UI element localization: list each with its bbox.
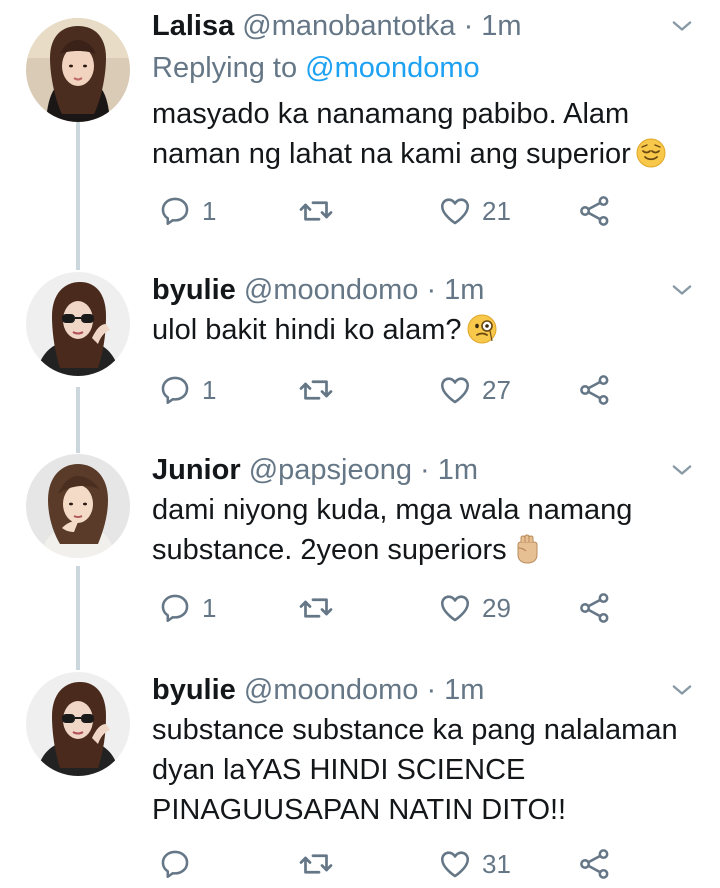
chevron-down-icon[interactable] — [668, 456, 696, 484]
handle[interactable]: @moondomo — [244, 274, 419, 306]
tweet-header: byulie @moondomo · 1m — [152, 670, 484, 710]
tweet-text: masyado ka nanamang pabibo. Alam naman n… — [152, 94, 692, 174]
tweet-actions: 1 27 — [0, 370, 720, 410]
like-icon — [438, 194, 472, 228]
like-icon — [438, 591, 472, 625]
retweet-button[interactable] — [298, 588, 344, 628]
reply-button[interactable] — [158, 844, 202, 884]
avatar[interactable] — [26, 272, 130, 376]
like-button[interactable]: 31 — [438, 844, 511, 884]
avatar[interactable] — [26, 454, 130, 558]
reply-icon — [158, 373, 192, 407]
like-icon — [438, 373, 472, 407]
tweet-text-content: ulol bakit hindi ko alam? — [152, 314, 462, 346]
tweet-text-content: substance substance ka pang nalalaman dy… — [152, 714, 678, 826]
tweet-actions: 1 29 — [0, 588, 720, 628]
display-name[interactable]: byulie — [152, 274, 236, 306]
tweet-header: Lalisa @manobantotka · 1m — [152, 6, 522, 46]
chevron-down-icon[interactable] — [668, 276, 696, 304]
share-button[interactable] — [578, 191, 612, 231]
reply-button[interactable]: 1 — [158, 191, 216, 231]
replying-prefix: Replying to — [152, 52, 306, 84]
chevron-down-icon[interactable] — [668, 676, 696, 704]
handle[interactable]: @papsjeong — [249, 454, 412, 486]
share-icon — [578, 847, 612, 881]
display-name[interactable]: Lalisa — [152, 10, 234, 42]
reply-button[interactable]: 1 — [158, 588, 216, 628]
retweet-button[interactable] — [298, 191, 344, 231]
reply-count: 1 — [202, 592, 217, 623]
share-button[interactable] — [578, 370, 612, 410]
reply-icon — [158, 591, 192, 625]
display-name[interactable]: byulie — [152, 674, 236, 706]
reply-button[interactable]: 1 — [158, 370, 216, 410]
like-count: 29 — [482, 592, 511, 623]
reply-icon — [158, 194, 192, 228]
timestamp[interactable]: · 1m — [426, 274, 484, 306]
replying-to: Replying to @moondomo — [152, 48, 480, 88]
tweet-text-content: masyado ka nanamang pabibo. Alam naman n… — [152, 98, 631, 170]
face-with-monocle-emoji-icon — [466, 313, 498, 345]
avatar[interactable] — [26, 18, 130, 122]
like-button[interactable]: 29 — [438, 588, 511, 628]
retweet-icon — [298, 846, 334, 882]
tweet-actions: 1 21 — [0, 191, 720, 231]
handle[interactable]: @moondomo — [244, 674, 419, 706]
share-icon — [578, 373, 612, 407]
tweet[interactable]: Lalisa @manobantotka · 1m Replying to @m… — [0, 0, 720, 250]
raised-fist-emoji-icon — [511, 533, 543, 565]
handle[interactable]: @manobantotka — [242, 10, 455, 42]
timestamp[interactable]: · 1m — [426, 674, 484, 706]
retweet-icon — [298, 590, 334, 626]
share-icon — [578, 591, 612, 625]
share-button[interactable] — [578, 844, 612, 884]
replying-handle-link[interactable]: @moondomo — [305, 52, 480, 84]
reply-count: 1 — [202, 195, 217, 226]
tweet-text: ulol bakit hindi ko alam? — [152, 310, 692, 350]
display-name[interactable]: Junior — [152, 454, 241, 486]
like-button[interactable]: 27 — [438, 370, 511, 410]
retweet-icon — [298, 193, 334, 229]
like-count: 21 — [482, 195, 511, 226]
avatar[interactable] — [26, 672, 130, 776]
reply-count: 1 — [202, 374, 217, 405]
tweet[interactable]: Junior @papsjeong · 1m dami niyong kuda,… — [0, 448, 720, 653]
retweet-button[interactable] — [298, 844, 344, 884]
like-count: 27 — [482, 374, 511, 405]
tweet-header: byulie @moondomo · 1m — [152, 270, 484, 310]
tweet-text: dami niyong kuda, mga wala namang substa… — [152, 490, 692, 570]
tweet-header: Junior @papsjeong · 1m — [152, 450, 478, 490]
retweet-icon — [298, 372, 334, 408]
relieved-face-emoji-icon — [635, 137, 667, 169]
like-count: 31 — [482, 848, 511, 879]
tweet[interactable]: byulie @moondomo · 1m ulol bakit hindi k… — [0, 268, 720, 428]
tweet-text-content: dami niyong kuda, mga wala namang substa… — [152, 494, 633, 566]
like-icon — [438, 847, 472, 881]
timestamp[interactable]: · 1m — [464, 10, 522, 42]
share-button[interactable] — [578, 588, 612, 628]
share-icon — [578, 194, 612, 228]
retweet-button[interactable] — [298, 370, 344, 410]
timestamp[interactable]: · 1m — [420, 454, 478, 486]
tweet-text: substance substance ka pang nalalaman dy… — [152, 710, 692, 830]
tweet-actions: 31 — [0, 844, 720, 884]
like-button[interactable]: 21 — [438, 191, 511, 231]
chevron-down-icon[interactable] — [668, 12, 696, 40]
tweet[interactable]: byulie @moondomo · 1m substance substanc… — [0, 668, 720, 888]
reply-icon — [158, 847, 192, 881]
